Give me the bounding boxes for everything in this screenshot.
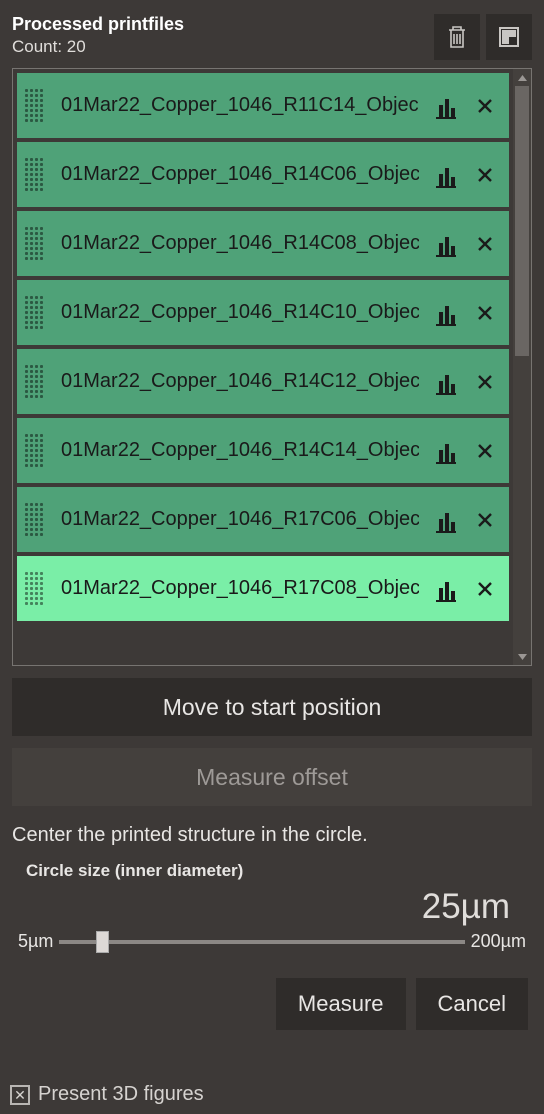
item-label: 01Mar22_Copper_1046_R14C10_Objec <box>61 301 419 324</box>
remove-item-button[interactable] <box>473 301 497 325</box>
measure-button[interactable]: Measure <box>276 978 406 1030</box>
list-item[interactable]: 01Mar22_Copper_1046_R14C10_Objec <box>17 280 509 345</box>
scroll-down-button[interactable] <box>513 648 531 665</box>
chart-icon[interactable] <box>433 438 459 464</box>
chart-icon[interactable] <box>433 507 459 533</box>
grid-icon <box>498 26 520 48</box>
remove-item-button[interactable] <box>473 577 497 601</box>
slider-thumb[interactable] <box>96 931 109 953</box>
footer: ✕ Present 3D figures <box>10 1083 204 1106</box>
circle-size-value: 25µm <box>12 887 510 927</box>
remove-item-button[interactable] <box>473 370 497 394</box>
chart-icon[interactable] <box>433 231 459 257</box>
slider-max-label: 200µm <box>471 931 526 952</box>
list-item[interactable]: 01Mar22_Copper_1046_R14C06_Objec <box>17 142 509 207</box>
item-label: 01Mar22_Copper_1046_R14C06_Objec <box>61 163 419 186</box>
list-item[interactable]: 01Mar22_Copper_1046_R14C14_Objec <box>17 418 509 483</box>
circle-size-label: Circle size (inner diameter) <box>26 861 532 881</box>
delete-button[interactable] <box>434 14 480 60</box>
scroll-thumb[interactable] <box>515 86 529 356</box>
cancel-button[interactable]: Cancel <box>416 978 528 1030</box>
chart-icon[interactable] <box>433 162 459 188</box>
item-label: 01Mar22_Copper_1046_R17C08_Objec <box>61 577 419 600</box>
drag-handle-icon <box>25 296 47 330</box>
item-label: 01Mar22_Copper_1046_R14C12_Objec <box>61 370 419 393</box>
list-item[interactable]: 01Mar22_Copper_1046_R14C12_Objec <box>17 349 509 414</box>
drag-handle-icon <box>25 365 47 399</box>
drag-handle-icon <box>25 89 47 123</box>
file-list: 01Mar22_Copper_1046_R11C14_Objec 01Mar22_… <box>12 68 532 666</box>
drag-handle-icon <box>25 158 47 192</box>
trash-icon <box>446 24 468 50</box>
remove-item-button[interactable] <box>473 439 497 463</box>
remove-item-button[interactable] <box>473 508 497 532</box>
slider-min-label: 5µm <box>18 931 53 952</box>
move-to-start-button[interactable]: Move to start position <box>12 678 532 736</box>
chart-icon[interactable] <box>433 576 459 602</box>
grid-view-button[interactable] <box>486 14 532 60</box>
list-item[interactable]: 01Mar22_Copper_1046_R17C08_Objec <box>17 556 509 621</box>
remove-item-button[interactable] <box>473 94 497 118</box>
remove-item-button[interactable] <box>473 163 497 187</box>
drag-handle-icon <box>25 434 47 468</box>
item-label: 01Mar22_Copper_1046_R11C14_Objec <box>61 94 419 117</box>
item-label: 01Mar22_Copper_1046_R14C14_Objec <box>61 439 419 462</box>
scrollbar[interactable] <box>513 69 531 665</box>
item-label: 01Mar22_Copper_1046_R14C08_Objec <box>61 232 419 255</box>
remove-item-button[interactable] <box>473 232 497 256</box>
item-label: 01Mar22_Copper_1046_R17C06_Objec <box>61 508 419 531</box>
instruction-text: Center the printed structure in the circ… <box>12 824 532 847</box>
chart-icon[interactable] <box>433 300 459 326</box>
circle-size-slider[interactable] <box>59 940 464 944</box>
panel-title: Processed printfiles <box>12 14 184 35</box>
list-item[interactable]: 01Mar22_Copper_1046_R14C08_Objec <box>17 211 509 276</box>
header: Processed printfiles Count: 20 <box>12 14 532 60</box>
chart-icon[interactable] <box>433 93 459 119</box>
count-label: Count: 20 <box>12 37 184 57</box>
drag-handle-icon <box>25 503 47 537</box>
scroll-up-button[interactable] <box>513 69 531 86</box>
list-item[interactable]: 01Mar22_Copper_1046_R11C14_Objec <box>17 73 509 138</box>
chart-icon[interactable] <box>433 369 459 395</box>
present-3d-label: Present 3D figures <box>38 1083 204 1106</box>
drag-handle-icon <box>25 572 47 606</box>
scroll-track[interactable] <box>513 86 531 648</box>
measure-offset-button[interactable]: Measure offset <box>12 748 532 806</box>
drag-handle-icon <box>25 227 47 261</box>
present-3d-checkbox[interactable]: ✕ <box>10 1085 30 1105</box>
list-item[interactable]: 01Mar22_Copper_1046_R17C06_Objec <box>17 487 509 552</box>
